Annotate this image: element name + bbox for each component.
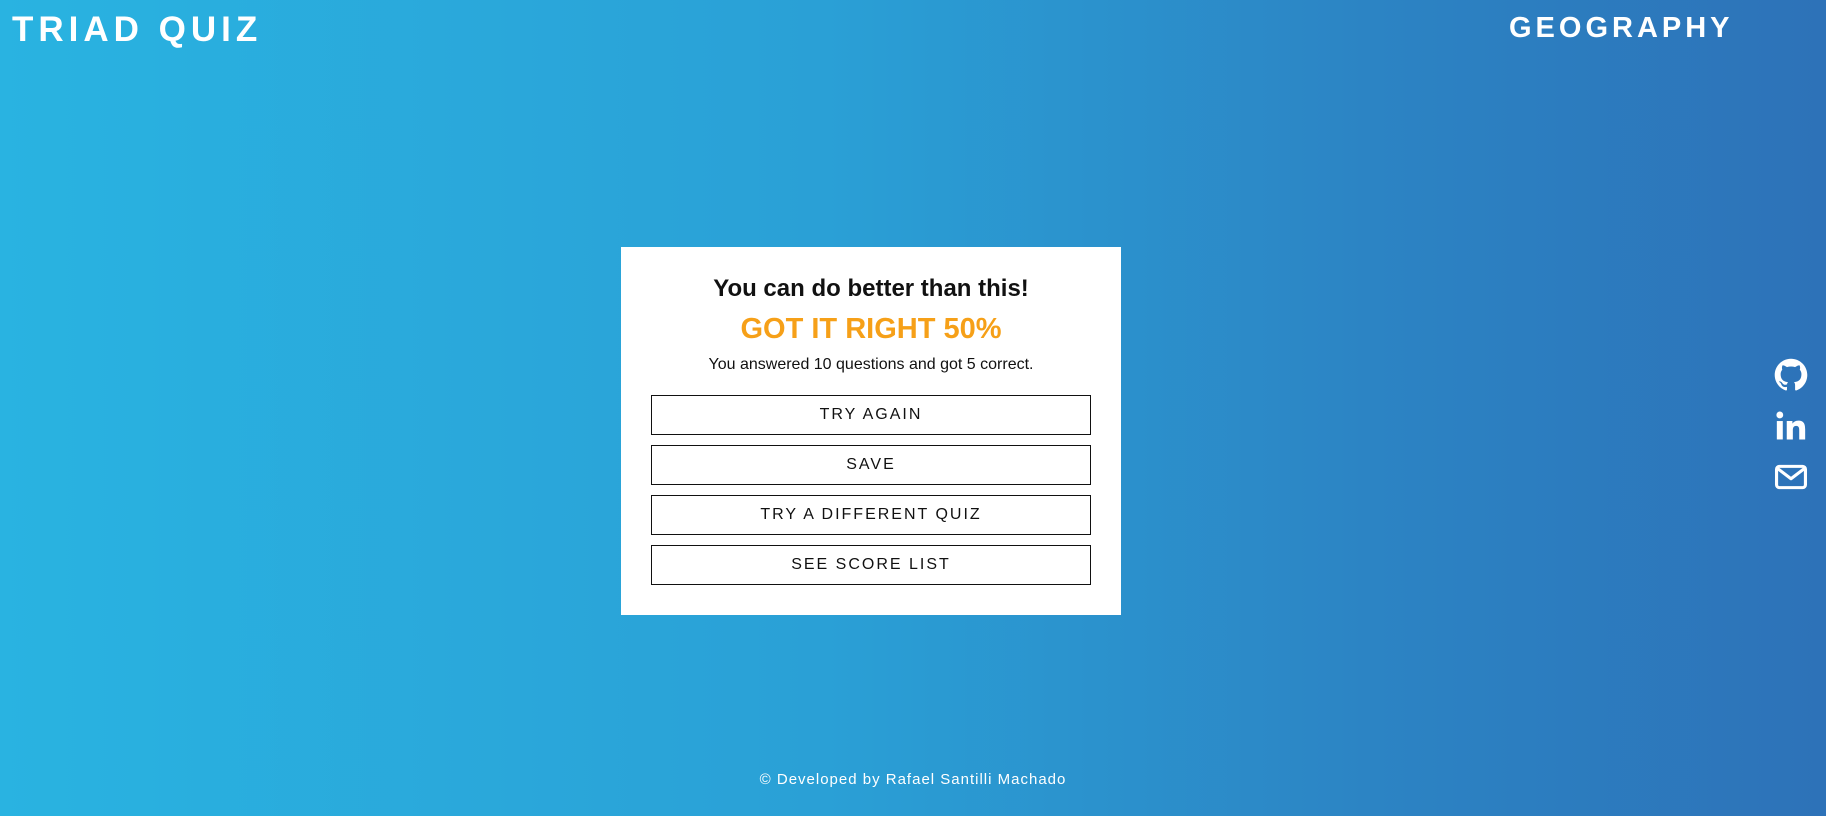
footer-credit: © Developed by Rafael Santilli Machado [759, 771, 1067, 788]
linkedin-link[interactable] [1774, 409, 1808, 443]
quiz-category: GEOGRAPHY [1509, 12, 1734, 44]
linkedin-icon [1776, 411, 1806, 440]
github-icon [1774, 358, 1808, 391]
github-link[interactable] [1774, 358, 1808, 392]
result-heading: You can do better than this! [713, 275, 1029, 302]
save-button[interactable]: SAVE [651, 445, 1091, 485]
different-quiz-button[interactable]: TRY A DIFFERENT QUIZ [651, 495, 1091, 535]
app-brand[interactable]: TRIAD QUIZ [12, 10, 262, 50]
mail-icon [1774, 464, 1808, 490]
result-actions: TRY AGAIN SAVE TRY A DIFFERENT QUIZ SEE … [651, 395, 1091, 595]
try-again-button[interactable]: TRY AGAIN [651, 395, 1091, 435]
result-score: GOT IT RIGHT 50% [740, 313, 1002, 345]
score-list-button[interactable]: SEE SCORE LIST [651, 545, 1091, 585]
result-summary: You answered 10 questions and got 5 corr… [708, 356, 1034, 373]
social-links [1774, 358, 1808, 511]
mail-link[interactable] [1774, 460, 1808, 494]
result-card: You can do better than this! GOT IT RIGH… [621, 247, 1121, 615]
